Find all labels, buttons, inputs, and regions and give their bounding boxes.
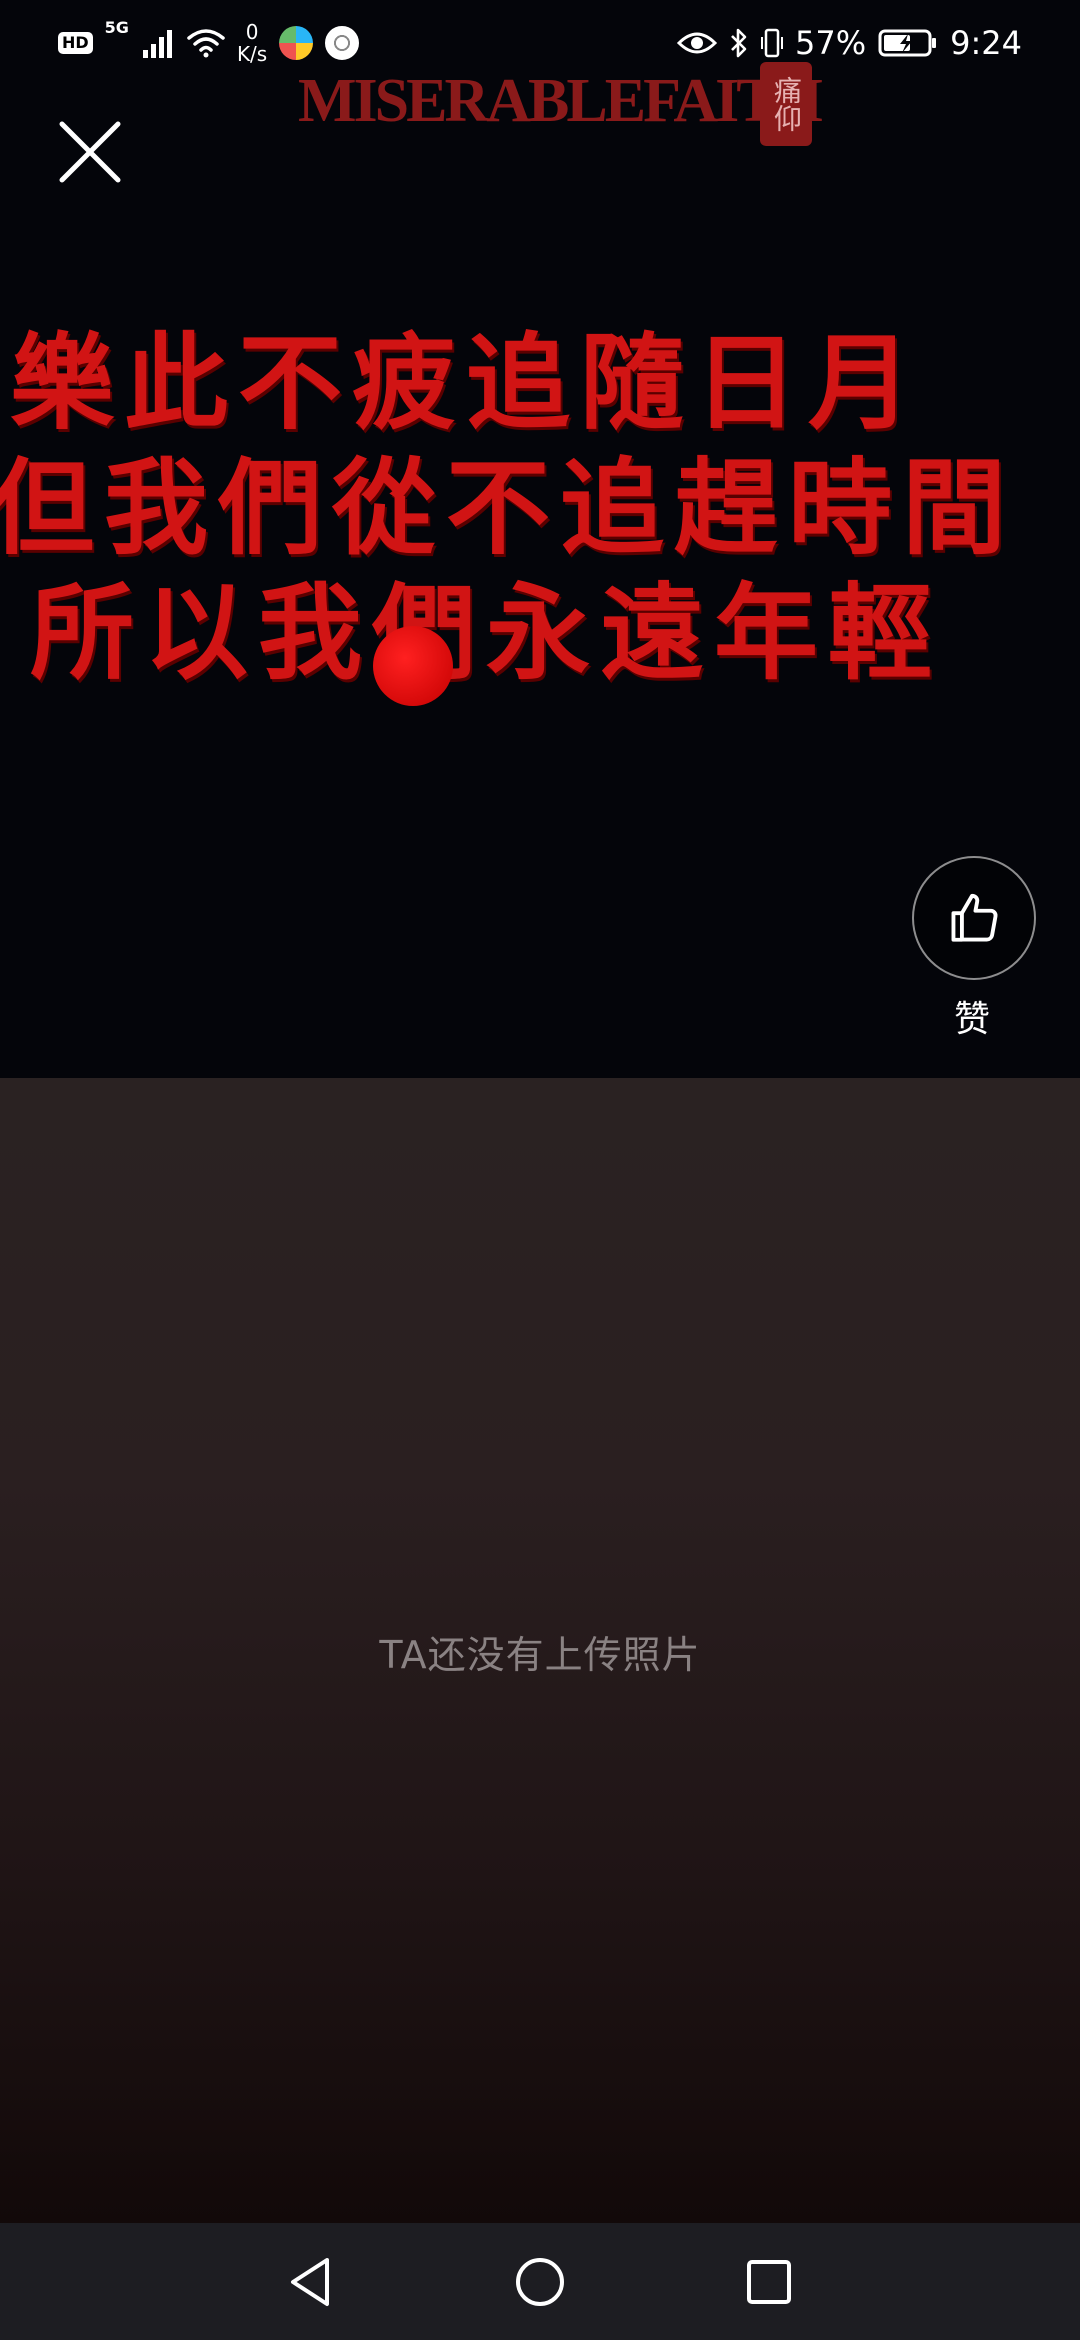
lyric-line: 所以我們永遠年輕: [30, 571, 943, 694]
home-button[interactable]: [507, 2249, 573, 2315]
home-circle-icon: [516, 2258, 564, 2306]
close-icon: [59, 121, 121, 183]
recents-square-icon: [747, 2260, 791, 2304]
eye-icon: [677, 32, 718, 54]
net-speed-unit: K/s: [236, 42, 268, 66]
back-triangle-icon: [291, 2258, 329, 2306]
signal-icon: [142, 30, 172, 58]
bluetooth-icon: [731, 28, 747, 58]
close-button[interactable]: [50, 112, 130, 192]
recents-button[interactable]: [736, 2249, 802, 2315]
clock: 9:24: [950, 24, 1022, 62]
vibrate-icon: [761, 28, 784, 58]
status-bar: HD 5G 0 K/s 57% 9:24: [0, 0, 1080, 84]
like-button[interactable]: [912, 856, 1036, 980]
wifi-icon: [187, 29, 225, 58]
thumbs-up-icon: [951, 893, 998, 942]
lyrics-text: 樂此不疲追隨日月 但我們從不追趕時間 所以我們永遠年輕: [0, 320, 1080, 695]
navigation-bar: [0, 2223, 1080, 2340]
lyric-line: 但我們從不追趕時間: [0, 446, 1017, 569]
net-speed-value: 0: [245, 20, 259, 44]
empty-gallery-message: TA还没有上传照片: [379, 1633, 701, 1677]
photo-gallery: TA还没有上传照片: [0, 1078, 1080, 2223]
app-notification-icon: [325, 26, 360, 60]
status-bar-right: 57% 9:24: [677, 18, 1022, 68]
battery-charging-icon: [878, 29, 937, 57]
battery-percent: 57%: [795, 24, 867, 62]
hd-badge: HD: [58, 32, 93, 54]
like-label: 赞: [953, 999, 990, 1040]
cover-photo: MISERABLEFAITH 痛仰 樂此不疲追隨日月 但我們從不追趕時間 所以我…: [0, 0, 1080, 1078]
lyric-line: 樂此不疲追隨日月: [10, 321, 923, 444]
network-type: 5G: [104, 18, 129, 37]
profile-photo-viewer: MISERABLEFAITH 痛仰 樂此不疲追隨日月 但我們從不追趕時間 所以我…: [0, 0, 1080, 2340]
app-notification-icon: [279, 26, 314, 60]
back-button[interactable]: [277, 2249, 343, 2315]
status-bar-left: HD 5G 0 K/s: [58, 18, 360, 68]
net-speed: 0 K/s: [237, 21, 267, 65]
red-dot-decoration: [373, 626, 453, 706]
